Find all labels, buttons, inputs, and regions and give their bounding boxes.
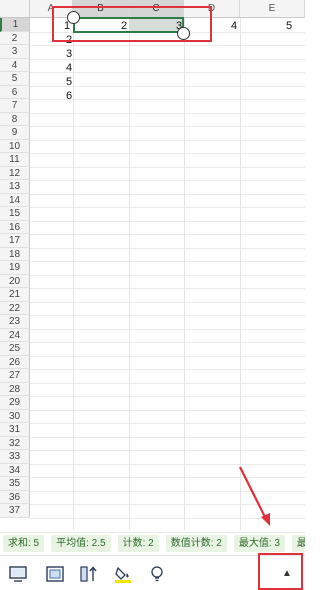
- bottom-toolbar: ▲: [0, 553, 305, 590]
- fill-color-icon[interactable]: [113, 564, 133, 584]
- status-chip: 计数: 2: [117, 535, 159, 552]
- status-chip: 最大值: 3: [233, 535, 285, 552]
- annotation-arrow: [239, 466, 270, 526]
- status-chip: 求和: 5: [3, 535, 45, 552]
- spreadsheet-grid[interactable]: A B C D E 1 2 3 4 5 6 7 8 9 10 11 12 13 14 15 16 17 18 19 2…: [0, 0, 305, 530]
- lightbulb-icon[interactable]: [147, 564, 167, 584]
- monitor-icon[interactable]: [8, 564, 28, 584]
- status-chip: 最小值: 2: [291, 535, 305, 552]
- status-bar: 求和: 5 平均值: 2.5 计数: 2 数值计数: 2 最大值: 3 最小值: 2: [0, 532, 305, 554]
- status-chip: 数值计数: 2: [165, 535, 227, 552]
- status-chip: 平均值: 2.5: [51, 535, 111, 552]
- annotation-highlight-box-toolbar: [258, 553, 303, 590]
- page-layout-icon[interactable]: [45, 564, 65, 584]
- sort-icon[interactable]: [79, 564, 99, 584]
